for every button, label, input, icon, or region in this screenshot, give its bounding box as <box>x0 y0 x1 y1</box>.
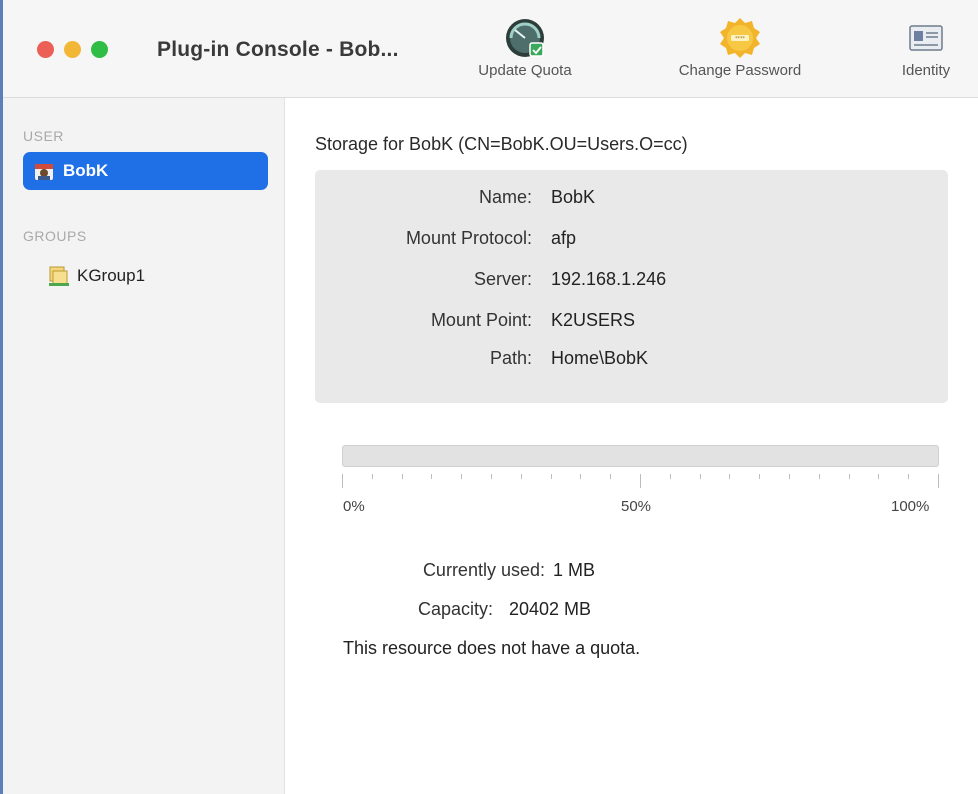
usage-tick <box>669 474 671 479</box>
change-password-button[interactable]: **** Change Password <box>661 16 819 79</box>
minimize-button[interactable] <box>64 41 81 58</box>
zoom-button[interactable] <box>91 41 108 58</box>
main-panel: Storage for BobK (CN=BobK.OU=Users.O=cc)… <box>285 98 978 794</box>
usage-tick <box>491 474 492 479</box>
usage-tick <box>342 474 343 488</box>
info-label: Mount Point: <box>430 310 532 330</box>
usage-tick <box>878 474 880 479</box>
change-password-label: Change Password <box>678 62 802 79</box>
sidebar-item-bobk[interactable]: BobK <box>23 152 268 190</box>
quota-note: This resource does not have a quota. <box>343 638 641 658</box>
usage-tick <box>431 474 433 479</box>
usage-bar-ticks <box>342 474 939 488</box>
usage-tick <box>640 474 641 488</box>
info-row-path: Path: Home\BobK <box>315 348 948 374</box>
info-label: Path: <box>489 348 532 368</box>
scale-label-100: 100% <box>891 498 930 515</box>
group-icon <box>49 266 69 286</box>
password-badge-icon: **** <box>720 18 760 58</box>
plugin-console-window: Plug-in Console - Bob... Update Quota **… <box>0 0 978 794</box>
info-value: K2USERS <box>551 310 636 330</box>
currently-used-row: Currently used: <box>343 560 545 586</box>
info-value: BobK <box>551 187 596 207</box>
close-button[interactable] <box>37 41 54 58</box>
identity-label: Identity <box>901 62 951 79</box>
capacity-label: Capacity: <box>417 599 493 619</box>
info-label: Server: <box>473 269 532 289</box>
usage-bar <box>342 445 939 467</box>
svg-text:****: **** <box>735 36 746 42</box>
usage-tick <box>729 474 731 479</box>
usage-tick <box>580 474 582 479</box>
usage-tick <box>461 474 463 479</box>
user-icon <box>35 164 53 180</box>
usage-tick <box>818 474 820 479</box>
usage-tick <box>699 474 701 479</box>
usage-tick <box>520 474 522 479</box>
info-label: Mount Protocol: <box>405 228 532 248</box>
usage-tick <box>610 474 612 479</box>
capacity-row: Capacity: <box>343 599 493 625</box>
id-card-icon <box>909 25 943 51</box>
gauge-icon <box>506 19 544 57</box>
info-value: 192.168.1.246 <box>551 269 667 289</box>
currently-used-label: Currently used: <box>422 560 545 580</box>
info-row-server: Server: 192.168.1.246 <box>315 269 948 295</box>
sidebar: USER BobK GROUPS KGroup1 <box>3 98 285 794</box>
window-title: Plug-in Console - Bob... <box>157 38 399 61</box>
usage-tick <box>550 474 552 479</box>
identity-button[interactable]: Identity <box>888 16 964 79</box>
info-value: afp <box>551 228 577 248</box>
storage-title: Storage for BobK (CN=BobK.OU=Users.O=cc) <box>315 134 688 154</box>
scale-label-50: 50% <box>621 498 652 515</box>
info-row-mount-point: Mount Point: K2USERS <box>315 310 948 336</box>
info-label: Name: <box>478 187 532 207</box>
info-row-mount-protocol: Mount Protocol: afp <box>315 228 948 254</box>
usage-tick <box>789 474 790 479</box>
usage-tick <box>371 474 373 479</box>
scale-label-0: 0% <box>343 498 365 515</box>
usage-tick <box>938 474 939 488</box>
usage-tick <box>759 474 761 479</box>
usage-tick <box>848 474 850 479</box>
usage-tick <box>401 474 403 479</box>
capacity-value: 20402 MB <box>509 599 592 619</box>
groups-section-header: GROUPS <box>23 228 87 244</box>
info-value: Home\BobK <box>551 348 649 368</box>
usage-tick <box>908 474 910 479</box>
user-section-header: USER <box>23 128 64 144</box>
window-controls <box>37 41 108 58</box>
update-quota-label: Update Quota <box>478 62 572 79</box>
window-toolbar: Plug-in Console - Bob... Update Quota **… <box>3 0 978 98</box>
storage-info-box: Name: BobK Mount Protocol: afp Server: 1… <box>315 170 948 403</box>
sidebar-item-label: BobK <box>63 161 109 180</box>
info-row-name: Name: BobK <box>315 187 948 213</box>
update-quota-button[interactable]: Update Quota <box>463 16 587 79</box>
sidebar-item-label: KGroup1 <box>77 266 146 285</box>
sidebar-item-kgroup1[interactable]: KGroup1 <box>47 262 145 290</box>
currently-used-value: 1 MB <box>553 560 596 580</box>
